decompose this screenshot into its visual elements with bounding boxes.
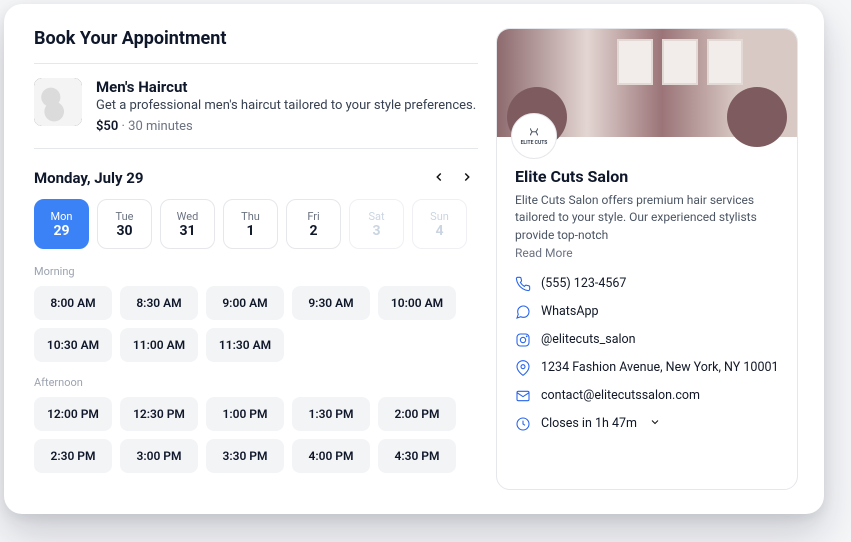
time-slot[interactable]: 12:30 PM xyxy=(120,397,198,431)
phone-text: (555) 123-4567 xyxy=(541,276,626,291)
day-option[interactable]: Tue30 xyxy=(97,199,152,249)
page-title: Book Your Appointment xyxy=(34,28,478,49)
service-meta: $50 · 30 minutes xyxy=(96,119,476,134)
instagram-text: @elitecuts_salon xyxy=(541,332,636,347)
time-slot[interactable]: 10:30 AM xyxy=(34,328,112,362)
day-of-week: Thu xyxy=(241,210,260,223)
day-number: 31 xyxy=(179,223,195,239)
day-number: 29 xyxy=(53,223,69,239)
day-of-week: Sun xyxy=(430,210,449,223)
salon-contacts: (555) 123-4567 WhatsApp @elitecuts_salon xyxy=(515,276,779,432)
address-text: 1234 Fashion Avenue, New York, NY 10001 xyxy=(541,360,779,375)
day-of-week: Mon xyxy=(51,210,73,223)
day-number: 1 xyxy=(246,223,254,239)
time-slot[interactable]: 3:00 PM xyxy=(120,439,198,473)
date-nav xyxy=(428,167,478,189)
hours-row[interactable]: Closes in 1h 47m xyxy=(515,416,779,432)
phone-icon xyxy=(515,276,531,292)
service-info: Men's Haircut Get a professional men's h… xyxy=(96,78,476,134)
time-slot[interactable]: 11:30 AM xyxy=(206,328,284,362)
day-picker: Mon29Tue30Wed31Thu1Fri2Sat3Sun4 xyxy=(34,199,478,249)
day-of-week: Fri xyxy=(307,210,319,223)
day-option[interactable]: Wed31 xyxy=(160,199,215,249)
day-number: 30 xyxy=(116,223,132,239)
day-number: 4 xyxy=(435,223,443,239)
time-slot[interactable]: 8:00 AM xyxy=(34,286,112,320)
time-slot[interactable]: 1:00 PM xyxy=(206,397,284,431)
salon-card: ELITE CUTS Elite Cuts Salon Elite Cuts S… xyxy=(496,28,798,490)
time-slot[interactable]: 4:30 PM xyxy=(378,439,456,473)
morning-section-label: Morning xyxy=(34,265,478,278)
whatsapp-icon xyxy=(515,304,531,320)
salon-description: Elite Cuts Salon offers premium hair ser… xyxy=(515,192,779,244)
morning-slots: 8:00 AM8:30 AM9:00 AM9:30 AM10:00 AM 10:3… xyxy=(34,286,478,362)
time-slot[interactable]: 8:30 AM xyxy=(120,286,198,320)
day-number: 3 xyxy=(372,223,380,239)
selected-date-label: Monday, July 29 xyxy=(34,169,144,187)
next-week-button[interactable] xyxy=(456,167,478,189)
cover-decor xyxy=(707,39,743,85)
afternoon-section-label: Afternoon xyxy=(34,376,478,389)
booking-card: Book Your Appointment Men's Haircut Get … xyxy=(4,4,824,514)
email-text: contact@elitecutssalon.com xyxy=(541,388,700,403)
salon-body: Elite Cuts Salon Elite Cuts Salon offers… xyxy=(497,137,797,489)
service-duration: 30 minutes xyxy=(128,119,193,134)
time-slot[interactable]: 2:30 PM xyxy=(34,439,112,473)
day-of-week: Wed xyxy=(177,210,199,223)
service-image xyxy=(34,78,82,126)
salon-cover-image: ELITE CUTS xyxy=(497,29,797,137)
time-slot[interactable]: 9:30 AM xyxy=(292,286,370,320)
day-option: Sat3 xyxy=(349,199,404,249)
day-option[interactable]: Thu1 xyxy=(223,199,278,249)
whatsapp-text: WhatsApp xyxy=(541,304,599,319)
time-slot[interactable]: 4:00 PM xyxy=(292,439,370,473)
read-more-link[interactable]: Read More xyxy=(515,246,779,260)
cover-decor xyxy=(662,39,698,85)
divider xyxy=(34,148,478,149)
time-slot[interactable]: 9:00 AM xyxy=(206,286,284,320)
salon-logo-text: ELITE CUTS xyxy=(521,141,548,147)
time-slot[interactable]: 3:30 PM xyxy=(206,439,284,473)
salon-name: Elite Cuts Salon xyxy=(515,167,779,186)
time-slot[interactable]: 10:00 AM xyxy=(378,286,456,320)
chevron-left-icon xyxy=(432,169,446,188)
prev-week-button[interactable] xyxy=(428,167,450,189)
chevron-down-icon xyxy=(647,416,661,432)
day-number: 2 xyxy=(309,223,317,239)
afternoon-slots: 12:00 PM12:30 PM1:00 PM1:30 PM2:00 PM 2:3… xyxy=(34,397,478,473)
clock-icon xyxy=(515,416,531,432)
location-icon xyxy=(515,360,531,376)
time-slot[interactable]: 2:00 PM xyxy=(378,397,456,431)
address-row[interactable]: 1234 Fashion Avenue, New York, NY 10001 xyxy=(515,360,779,376)
day-of-week: Sat xyxy=(368,210,384,223)
instagram-row[interactable]: @elitecuts_salon xyxy=(515,332,779,348)
chevron-right-icon xyxy=(460,169,474,188)
salon-logo: ELITE CUTS xyxy=(511,113,557,159)
day-of-week: Tue xyxy=(116,210,134,223)
email-row[interactable]: contact@elitecutssalon.com xyxy=(515,388,779,404)
phone-row[interactable]: (555) 123-4567 xyxy=(515,276,779,292)
cover-decor xyxy=(617,39,653,85)
service-price: $50 xyxy=(96,119,118,134)
service-row: Men's Haircut Get a professional men's h… xyxy=(34,78,478,134)
service-description: Get a professional men's haircut tailore… xyxy=(96,98,476,113)
time-slot[interactable]: 12:00 PM xyxy=(34,397,112,431)
time-slot[interactable]: 11:00 AM xyxy=(120,328,198,362)
day-option: Sun4 xyxy=(412,199,467,249)
service-duration-sep: · xyxy=(118,119,128,134)
time-slot[interactable]: 1:30 PM xyxy=(292,397,370,431)
divider xyxy=(34,63,478,64)
day-option[interactable]: Mon29 xyxy=(34,199,89,249)
hours-text: Closes in 1h 47m xyxy=(541,416,637,431)
booking-left-panel: Book Your Appointment Men's Haircut Get … xyxy=(34,28,478,490)
email-icon xyxy=(515,388,531,404)
instagram-icon xyxy=(515,332,531,348)
day-option[interactable]: Fri2 xyxy=(286,199,341,249)
service-title: Men's Haircut xyxy=(96,78,476,96)
date-header: Monday, July 29 xyxy=(34,167,478,189)
whatsapp-row[interactable]: WhatsApp xyxy=(515,304,779,320)
